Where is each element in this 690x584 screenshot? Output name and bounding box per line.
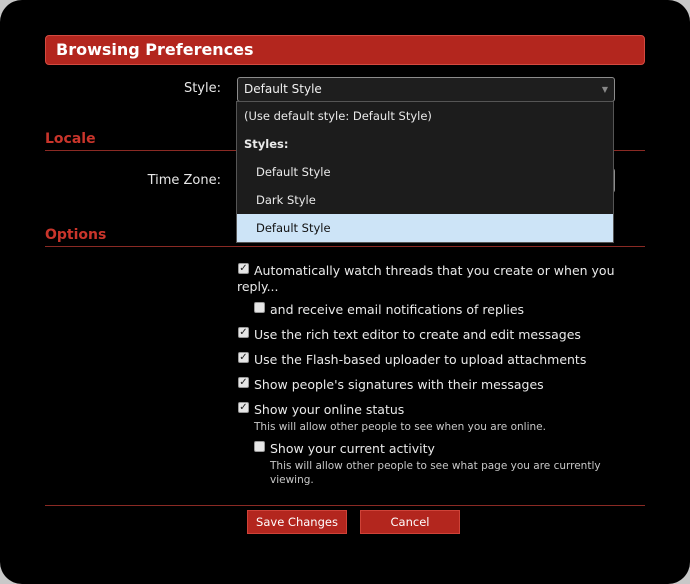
style-label: Style: bbox=[183, 81, 221, 96]
cancel-button[interactable]: Cancel bbox=[360, 510, 460, 534]
style-group-label: Styles: bbox=[244, 137, 289, 151]
footer-divider bbox=[45, 505, 645, 506]
current-activity-label: Show your current activity bbox=[270, 441, 435, 456]
watch-threads-checkbox[interactable]: ✓ bbox=[238, 263, 249, 274]
online-status-checkbox[interactable]: ✓ bbox=[238, 402, 249, 413]
email-notifications-checkbox[interactable] bbox=[254, 302, 265, 313]
timezone-label: Time Zone: bbox=[147, 173, 221, 188]
current-activity-hint-cont: viewing. bbox=[270, 474, 314, 486]
style-dropdown-list: (Use default style: Default Style) Style… bbox=[236, 101, 614, 243]
style-option-dark[interactable]: Dark Style bbox=[237, 186, 613, 214]
page-title: Browsing Preferences bbox=[45, 35, 645, 65]
online-status-label: Show your online status bbox=[254, 402, 405, 417]
rich-text-label: Use the rich text editor to create and e… bbox=[254, 327, 581, 342]
watch-threads-label: Automatically watch threads that you cre… bbox=[254, 263, 615, 278]
save-changes-button[interactable]: Save Changes bbox=[247, 510, 347, 534]
flash-uploader-label: Use the Flash-based uploader to upload a… bbox=[254, 352, 587, 367]
current-activity-hint: This will allow other people to see what… bbox=[270, 460, 601, 472]
signatures-checkbox[interactable]: ✓ bbox=[238, 377, 249, 388]
style-option-default-selected[interactable]: Default Style bbox=[237, 214, 613, 242]
watch-threads-label-cont: reply... bbox=[237, 279, 279, 294]
style-option-default[interactable]: Default Style bbox=[237, 158, 613, 186]
signatures-label: Show people's signatures with their mess… bbox=[254, 377, 544, 392]
style-option-use-default[interactable]: (Use default style: Default Style) bbox=[237, 102, 613, 130]
style-select[interactable]: Default Style ▼ bbox=[237, 77, 615, 102]
flash-uploader-checkbox[interactable]: ✓ bbox=[238, 352, 249, 363]
email-notifications-label: and receive email notifications of repli… bbox=[270, 302, 525, 317]
rich-text-checkbox[interactable]: ✓ bbox=[238, 327, 249, 338]
chevron-down-icon: ▼ bbox=[601, 85, 608, 94]
style-select-value: Default Style bbox=[244, 82, 322, 96]
online-status-hint: This will allow other people to see when… bbox=[254, 421, 546, 433]
preferences-panel: Browsing Preferences Style: Default Styl… bbox=[0, 0, 690, 584]
current-activity-checkbox[interactable] bbox=[254, 441, 265, 452]
